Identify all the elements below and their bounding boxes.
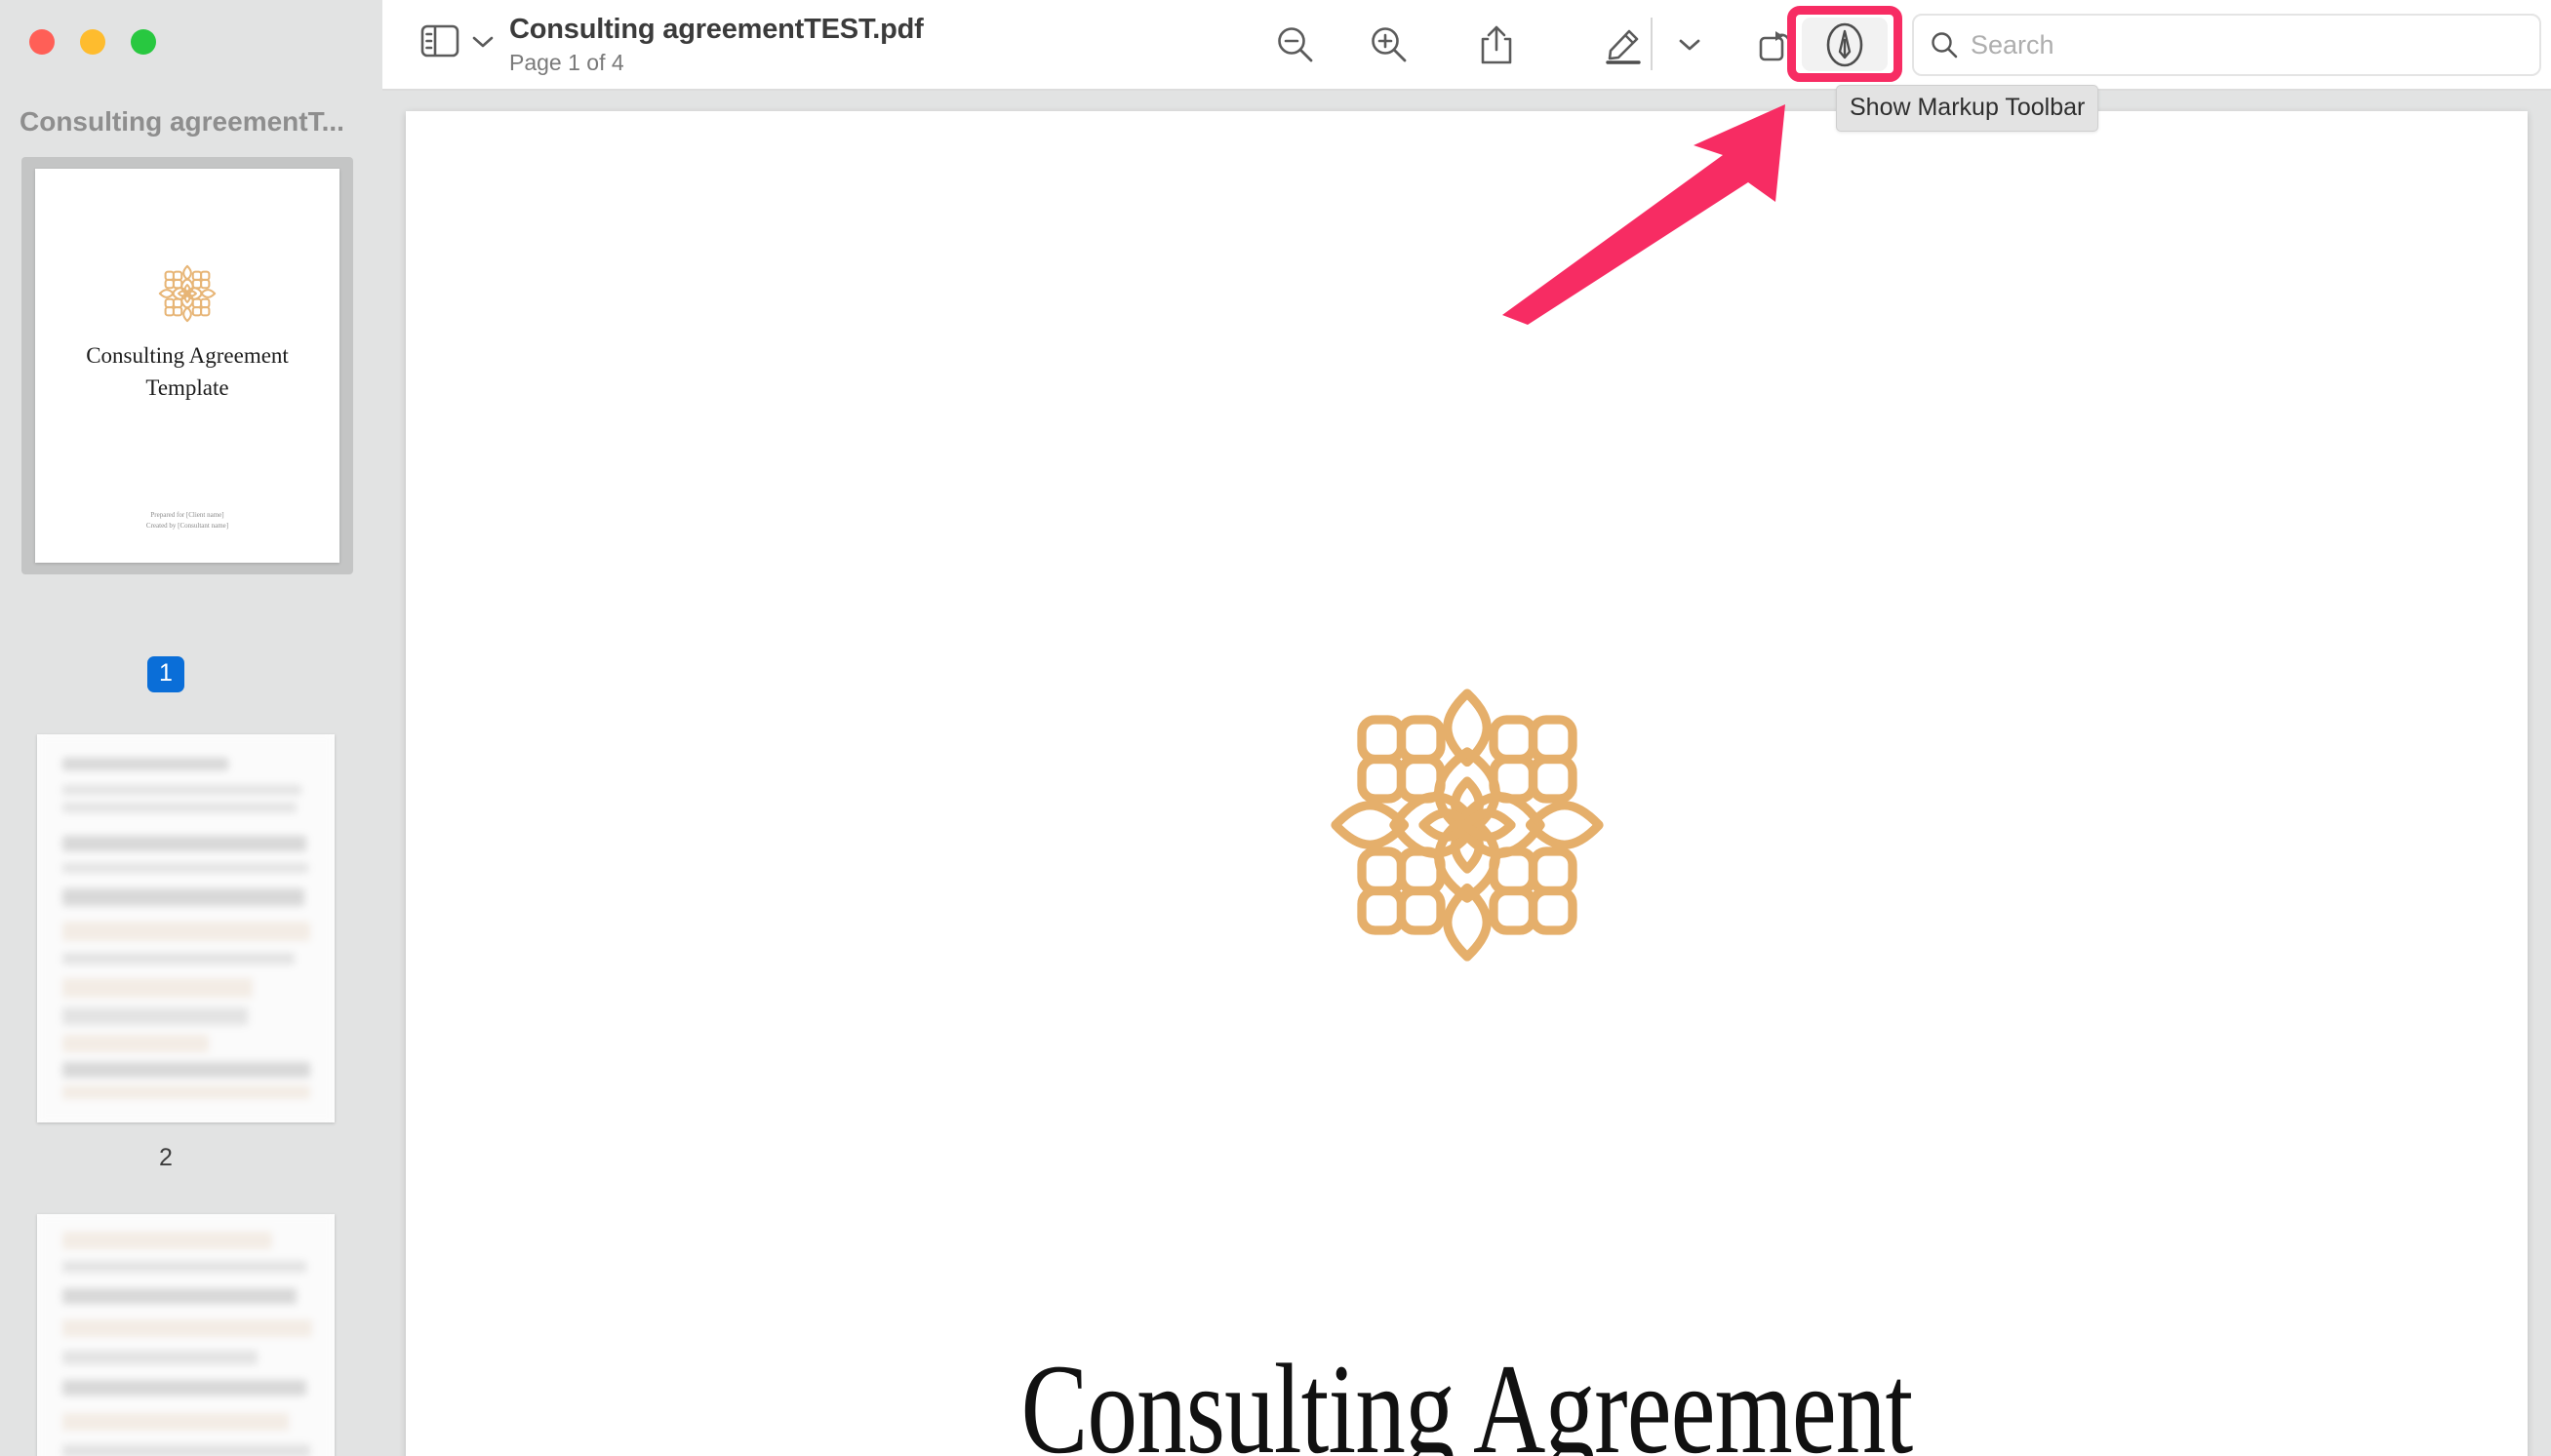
thumbnail-page-2[interactable]: [37, 734, 369, 1122]
thumbnail-doc-footer: Prepared for [Client name] Created by [C…: [35, 510, 339, 531]
toolbar-divider: [1651, 18, 1653, 70]
close-button[interactable]: [29, 29, 55, 55]
magnifier-plus-icon: [1372, 27, 1407, 62]
search-icon: [1932, 32, 1958, 59]
thumbnail-doc-title: Consulting Agreement Template: [35, 340, 339, 404]
document-heading: Consulting Agreement: [1020, 1337, 1914, 1456]
thumbnail-page-3[interactable]: [37, 1214, 369, 1456]
thumbnail-page-2-label: 2: [159, 1144, 173, 1171]
page-indicator: Page 1 of 4: [509, 50, 624, 76]
page-number-badge: 1: [147, 656, 184, 692]
ornamental-mandala-icon: [1330, 689, 1604, 962]
thumb-title-line2: Template: [145, 374, 229, 400]
search-field[interactable]: [1912, 14, 2541, 76]
window-controls: [29, 29, 156, 55]
thumb-footer-line2: Created by [Consultant name]: [145, 521, 229, 530]
maximize-button[interactable]: [131, 29, 156, 55]
show-markup-toolbar-button[interactable]: [1802, 18, 1888, 71]
thumbnail-page-1[interactable]: Consulting Agreement Template Prepared f…: [21, 157, 353, 574]
search-input[interactable]: [1971, 29, 2517, 60]
thumbnail-sidebar[interactable]: Consulting agreementT... Consulting Agre…: [0, 91, 382, 1456]
thumbnail-page-3-blur: [37, 1214, 335, 1456]
circled-pen-nib-icon: [1826, 22, 1863, 66]
magnifier-minus-icon: [1278, 27, 1313, 62]
thumbnail-page-2-blur: [37, 734, 335, 1122]
thumbnail-page-3-canvas: [37, 1214, 335, 1456]
markup-options-chevron[interactable]: [1666, 12, 1713, 78]
sidebar-panel-icon[interactable]: [418, 21, 462, 60]
share-up-arrow-icon: [1481, 25, 1512, 64]
page-title: Consulting agreementTEST.pdf: [509, 14, 924, 45]
thumbnail-page-1-canvas: Consulting Agreement Template Prepared f…: [35, 169, 339, 563]
chevron-down-icon[interactable]: [470, 29, 496, 55]
zoom-in-button[interactable]: [1356, 12, 1422, 78]
minimize-button[interactable]: [80, 29, 105, 55]
highlighter-pen-icon: [1606, 29, 1641, 64]
thumbnail-page-1-label: 1: [0, 656, 332, 692]
share-button[interactable]: [1463, 12, 1530, 78]
thumb-footer-line1: Prepared for [Client name]: [150, 510, 224, 519]
thumb-title-line1: Consulting Agreement: [86, 343, 289, 368]
ornamental-mandala-icon: [158, 264, 217, 323]
chevron-down-icon: [1679, 39, 1700, 51]
document-page-1: Consulting Agreement: [406, 111, 2528, 1456]
document-view[interactable]: Consulting Agreement: [382, 91, 2551, 1456]
preview-app-window: Consulting agreementTEST.pdf Page 1 of 4: [0, 0, 2551, 1456]
document-title-block: Consulting agreementTEST.pdf Page 1 of 4: [509, 12, 1192, 77]
sidebar-header-title: Consulting agreementT...: [20, 106, 344, 137]
markup-pen-button[interactable]: [1590, 12, 1656, 78]
zoom-out-button[interactable]: [1262, 12, 1329, 78]
thumbnail-page-2-canvas: [37, 734, 335, 1122]
titlebar: Consulting agreementTEST.pdf Page 1 of 4: [0, 0, 2551, 132]
tooltip: Show Markup Toolbar: [1836, 85, 2099, 132]
